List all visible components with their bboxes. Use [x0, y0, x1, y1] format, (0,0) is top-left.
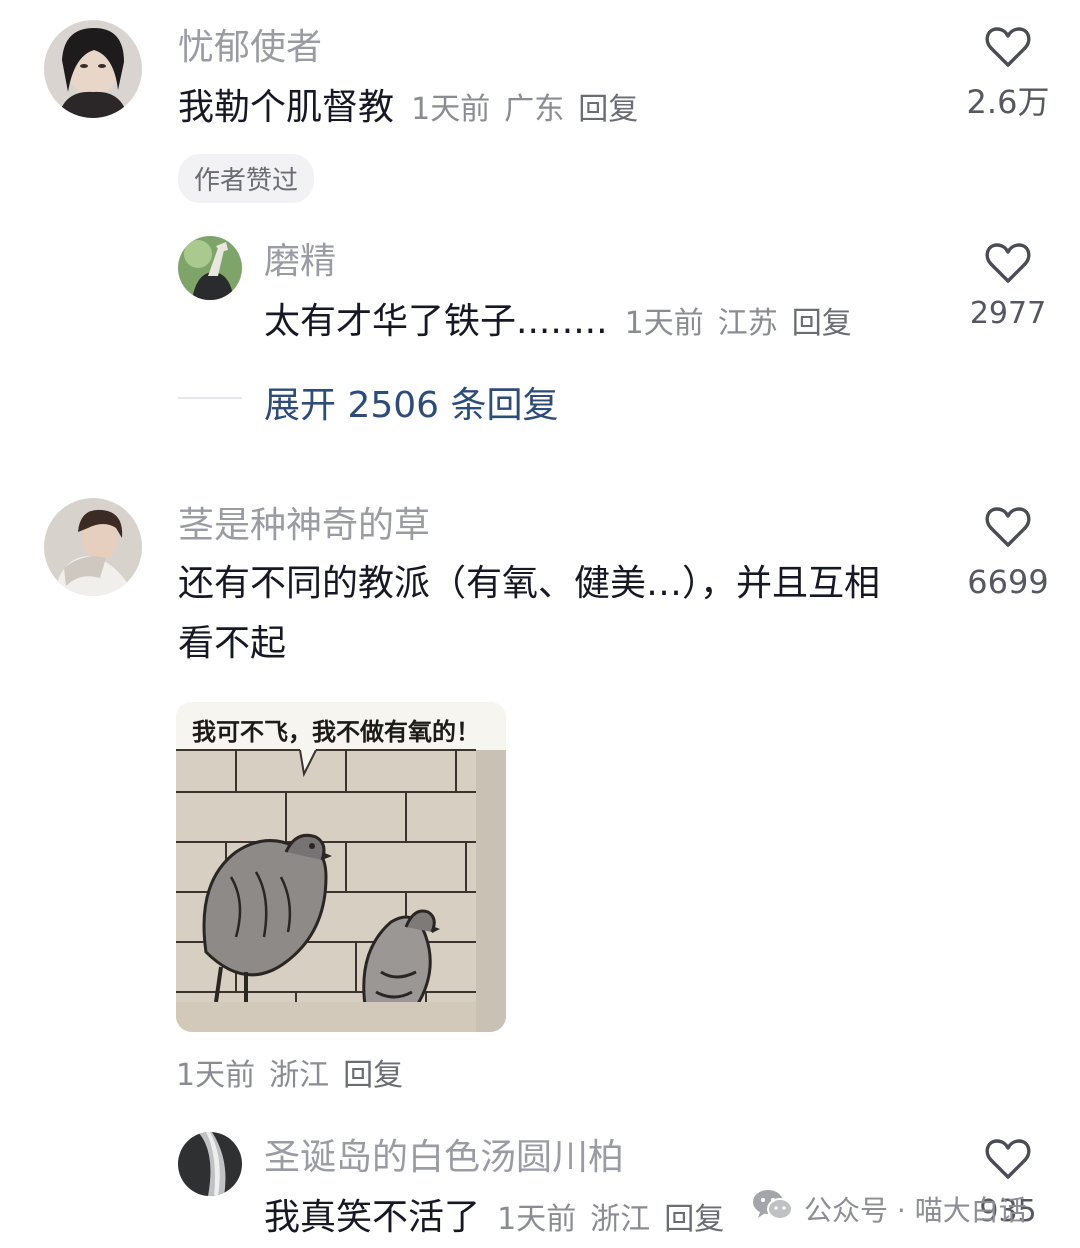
- comment-meta: 1天前 浙江 回复: [176, 1050, 417, 1094]
- comment-text: 我勒个肌督教: [178, 87, 395, 128]
- comment-username[interactable]: 茎是种神奇的草: [178, 504, 430, 548]
- comment-text: 还有不同的教派（有氧、健美…），并且互相: [178, 563, 881, 604]
- reply-text: 太有才华了铁子........: [264, 301, 608, 342]
- expand-replies-button[interactable]: 展开 2506 条回复: [264, 376, 559, 428]
- wechat-icon: [752, 1188, 794, 1229]
- comment-location: 广东: [504, 92, 565, 127]
- comment-image[interactable]: 我可不飞，我不做有氧的！: [176, 702, 506, 1032]
- watermark-text: 公众号 · 喵大白话: [804, 1193, 1027, 1227]
- reply-time: 1天前: [497, 1202, 577, 1237]
- reply-body: 我真笑不活了 1天前 浙江 回复: [264, 1188, 738, 1248]
- like-count: 2977: [969, 296, 1047, 331]
- like-button[interactable]: 2.6万: [948, 26, 1068, 122]
- like-button[interactable]: 2977: [948, 242, 1068, 334]
- avatar[interactable]: [178, 1132, 242, 1196]
- reply-text: 我真笑不活了: [264, 1197, 481, 1238]
- comment-time: 1天前: [176, 1058, 256, 1093]
- heart-icon: [948, 506, 1068, 548]
- reply-button[interactable]: 回复: [664, 1202, 724, 1237]
- author-liked-badge: 作者赞过: [178, 154, 315, 203]
- like-count: 2.6万: [966, 83, 1050, 121]
- reply-button[interactable]: 回复: [343, 1058, 403, 1093]
- comment-time: 1天前: [411, 92, 491, 127]
- meme-caption: 我可不飞，我不做有氧的！: [192, 718, 480, 746]
- reply-location: 江苏: [717, 306, 778, 341]
- comment-username[interactable]: 忧郁使者: [178, 26, 322, 70]
- heart-icon: [948, 26, 1068, 68]
- comment-location: 浙江: [269, 1058, 330, 1093]
- heart-icon: [948, 242, 1068, 284]
- reply-button[interactable]: 回复: [792, 306, 852, 341]
- divider: [178, 397, 242, 399]
- reply-username[interactable]: 磨精: [264, 240, 336, 284]
- reply-username[interactable]: 圣诞岛的白色汤圆川柏: [264, 1136, 624, 1180]
- reply-time: 1天前: [624, 306, 704, 341]
- comment-text: 看不起: [178, 623, 287, 664]
- reply-button[interactable]: 回复: [578, 92, 638, 127]
- avatar[interactable]: [178, 236, 242, 300]
- reply-body: 太有才华了铁子........ 1天前 江苏 回复: [264, 292, 866, 352]
- comment-body: 我勒个肌督教 1天前 广东 回复: [178, 78, 652, 138]
- watermark: 公众号 · 喵大白话: [752, 1188, 1027, 1229]
- like-count: 6699: [967, 563, 1049, 601]
- reply-location: 浙江: [590, 1202, 651, 1237]
- avatar[interactable]: [44, 498, 142, 596]
- like-button[interactable]: 6699: [948, 506, 1068, 602]
- avatar[interactable]: [44, 20, 142, 118]
- heart-icon: [948, 1138, 1068, 1180]
